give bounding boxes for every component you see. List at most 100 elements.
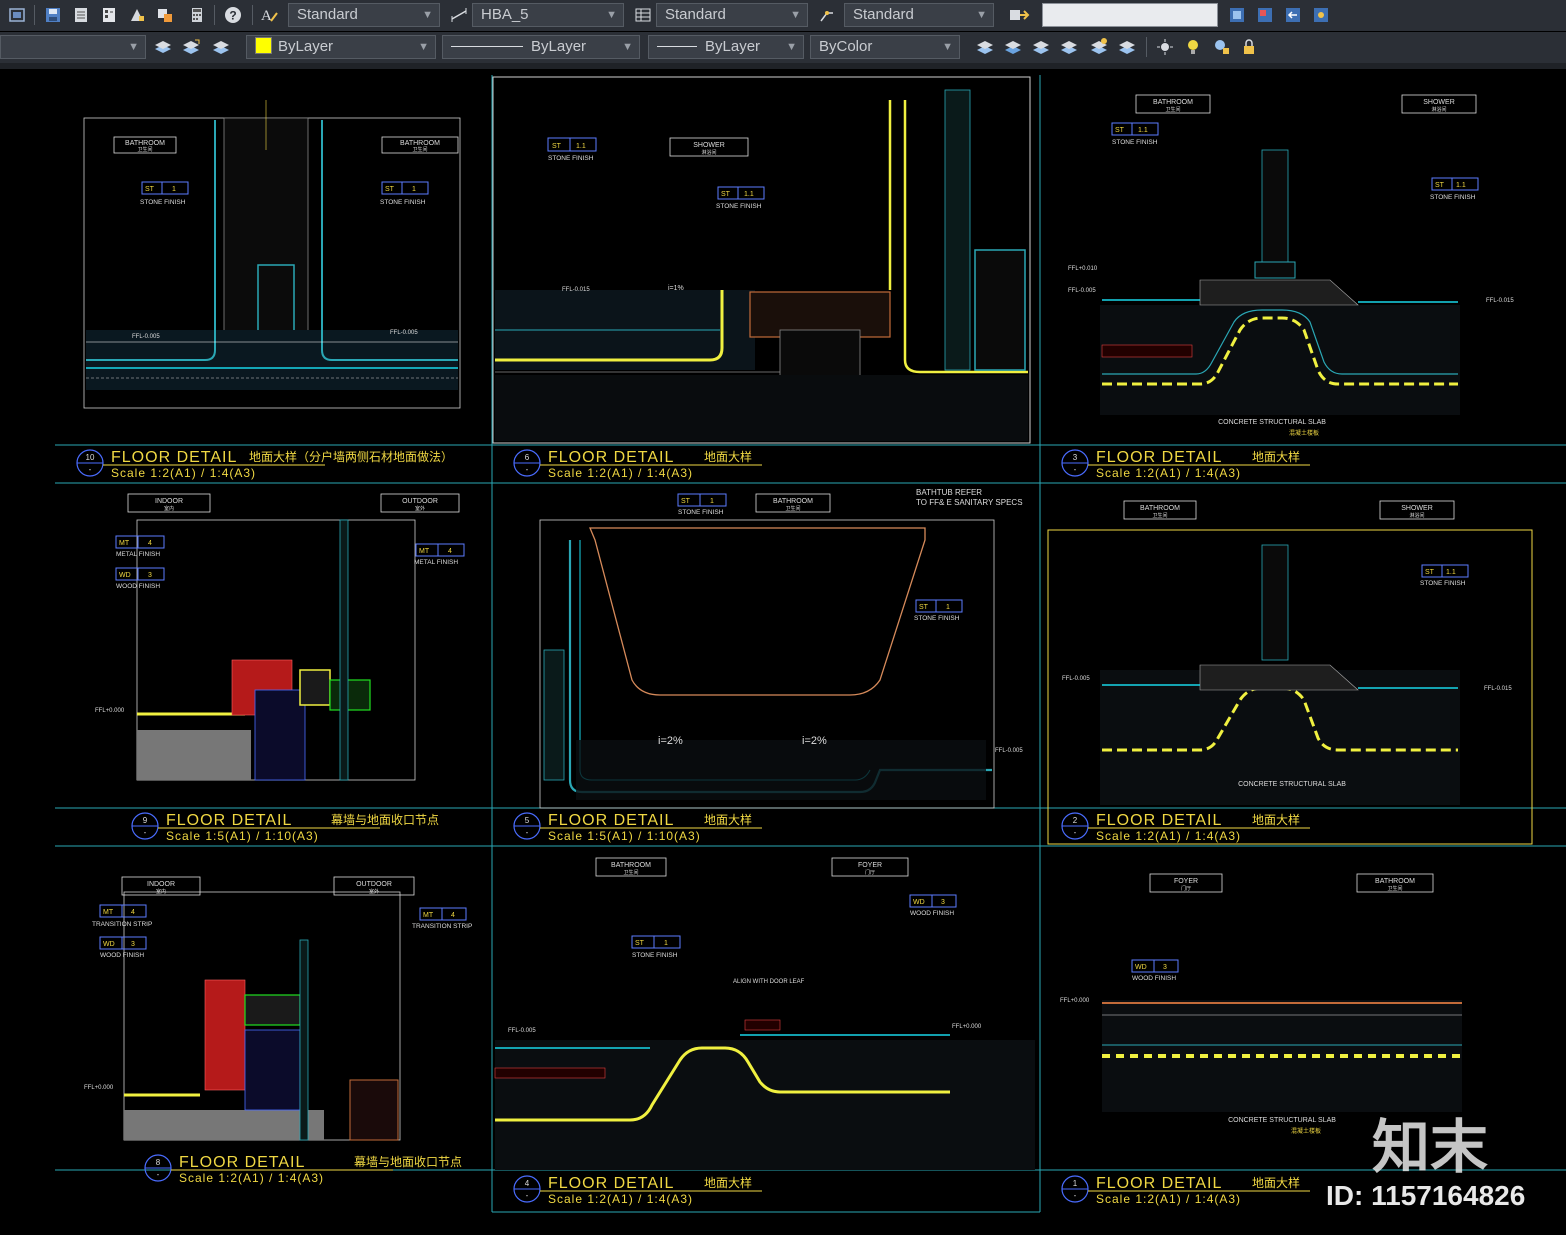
calculator-icon[interactable] xyxy=(186,4,208,26)
svg-text:ST: ST xyxy=(552,143,562,150)
layer-off-icon[interactable] xyxy=(974,36,996,58)
detail-scale-text: Scale 1:2(A1) / 1:4(A3) xyxy=(179,1171,324,1185)
layer-lock-icon[interactable] xyxy=(1030,36,1052,58)
standard-toolbar: ? A Standard ▼ HBA_5 ▼ Standard ▼ Standard ▼ xyxy=(0,0,1566,31)
bulb-on-icon[interactable] xyxy=(1182,36,1204,58)
svg-text:SHOWER: SHOWER xyxy=(1401,505,1433,512)
dimension-style-dropdown[interactable]: HBA_5 ▼ xyxy=(472,3,624,27)
plotstyle-dropdown[interactable]: ByColor ▼ xyxy=(810,35,960,59)
convert-icon[interactable] xyxy=(1008,4,1030,26)
layer-change-icon[interactable] xyxy=(1088,36,1110,58)
svg-text:1.1: 1.1 xyxy=(1138,127,1148,134)
table-style-icon[interactable] xyxy=(632,4,654,26)
layer-freeze-icon[interactable] xyxy=(1002,36,1024,58)
svg-text:4: 4 xyxy=(148,540,152,547)
svg-text:FFL-0.005: FFL-0.005 xyxy=(1068,288,1096,294)
svg-text:室内: 室内 xyxy=(164,505,174,512)
svg-text:FFL+0.000: FFL+0.000 xyxy=(84,1085,114,1091)
detail-title-text: FLOOR DETAIL xyxy=(166,812,292,829)
svg-text:A: A xyxy=(261,8,272,24)
svg-text:FFL-0.005: FFL-0.005 xyxy=(508,1028,536,1034)
svg-text:3: 3 xyxy=(148,572,152,579)
layer-dropdown[interactable]: ▼ xyxy=(0,35,146,59)
multileader-style-dropdown[interactable]: Standard ▼ xyxy=(844,3,994,27)
svg-text:STONE FINISH: STONE FINISH xyxy=(1430,194,1476,201)
detail-number: 10 xyxy=(86,453,95,462)
svg-text:-: - xyxy=(526,465,529,474)
drawing-canvas[interactable]: BATHROOM 卫生间 BATHROOM 卫生间 ST 1 STONE FIN… xyxy=(0,69,1566,1235)
layer-state-icon[interactable] xyxy=(1254,4,1276,26)
detail-scale-text: Scale 1:5(A1) / 1:10(A3) xyxy=(166,829,319,843)
svg-text:-: - xyxy=(157,1170,160,1179)
svg-text:STONE FINISH: STONE FINISH xyxy=(678,509,724,516)
svg-text:CONCRETE STRUCTURAL SLAB: CONCRETE STRUCTURAL SLAB xyxy=(1238,781,1346,788)
svg-text:-: - xyxy=(526,1191,529,1200)
dimension-style-icon[interactable] xyxy=(448,4,470,26)
plotstyle-value: ByColor xyxy=(819,38,873,55)
bulb-lock-icon[interactable] xyxy=(1210,36,1232,58)
table-style-dropdown[interactable]: Standard ▼ xyxy=(656,3,808,27)
layer-merge-icon[interactable] xyxy=(1116,36,1138,58)
command-search-input[interactable] xyxy=(1042,3,1218,27)
layer-properties-icon[interactable] xyxy=(1226,4,1248,26)
match-properties-icon[interactable] xyxy=(126,4,148,26)
sun-freeze-icon[interactable] xyxy=(1154,36,1176,58)
text-style-value: Standard xyxy=(297,6,358,23)
detail-title-cn: 地面大样 xyxy=(704,812,752,827)
layer-unlock-icon[interactable] xyxy=(1058,36,1080,58)
svg-text:CONCRETE STRUCTURAL SLAB: CONCRETE STRUCTURAL SLAB xyxy=(1228,1117,1336,1124)
watermark-brand: 知末 xyxy=(1372,1115,1489,1180)
detail-number: 4 xyxy=(525,1179,530,1188)
svg-text:WOOD FINISH: WOOD FINISH xyxy=(910,910,954,917)
detail-title-text: FLOOR DETAIL xyxy=(548,449,674,466)
svg-text:ALIGN WITH DOOR LEAF: ALIGN WITH DOOR LEAF xyxy=(733,979,805,985)
workspace-icon[interactable] xyxy=(6,4,28,26)
svg-text:INDOOR: INDOOR xyxy=(147,881,175,888)
sheet-set-icon[interactable] xyxy=(70,4,92,26)
chevron-down-icon: ▼ xyxy=(422,9,433,21)
match-layer-icon[interactable] xyxy=(180,36,202,58)
detail-scale-text: Scale 1:2(A1) / 1:4(A3) xyxy=(111,466,256,480)
svg-text:?: ? xyxy=(229,9,236,23)
detail-title-cn: 地面大样 xyxy=(1252,812,1300,827)
svg-text:FFL-0.015: FFL-0.015 xyxy=(1484,686,1512,692)
padlock-icon[interactable] xyxy=(1238,36,1260,58)
svg-text:STONE FINISH: STONE FINISH xyxy=(914,615,960,622)
svg-text:-: - xyxy=(526,828,529,837)
dimension-style-value: HBA_5 xyxy=(481,6,529,23)
svg-text:BATHROOM: BATHROOM xyxy=(1153,99,1193,106)
chevron-down-icon: ▼ xyxy=(622,41,633,53)
detail-title-cn: 幕墙与地面收口节点 xyxy=(354,1155,462,1169)
svg-text:WD: WD xyxy=(119,572,131,579)
svg-text:MT: MT xyxy=(103,909,114,916)
detail-title-text: FLOOR DETAIL xyxy=(548,812,674,829)
svg-text:FOYER: FOYER xyxy=(858,862,882,869)
help-icon[interactable]: ? xyxy=(222,4,244,26)
save-icon[interactable] xyxy=(42,4,64,26)
detail-number: 3 xyxy=(1073,453,1078,462)
chevron-down-icon: ▼ xyxy=(942,41,953,53)
properties-icon[interactable] xyxy=(98,4,120,26)
detail-number: 2 xyxy=(1073,816,1078,825)
svg-text:1.1: 1.1 xyxy=(576,143,586,150)
multileader-style-icon[interactable] xyxy=(816,4,838,26)
lineweight-dropdown[interactable]: ByLayer ▼ xyxy=(648,35,804,59)
svg-text:卫生间: 卫生间 xyxy=(1387,885,1402,892)
layer-walk-icon[interactable] xyxy=(210,36,232,58)
svg-text:i=2%: i=2% xyxy=(802,735,827,747)
detail-scale-text: Scale 1:2(A1) / 1:4(A3) xyxy=(1096,1192,1241,1206)
svg-text:混凝土楼板: 混凝土楼板 xyxy=(1289,429,1319,437)
svg-text:STONE FINISH: STONE FINISH xyxy=(140,199,186,206)
svg-text:门厅: 门厅 xyxy=(865,869,875,876)
svg-text:STONE FINISH: STONE FINISH xyxy=(380,199,426,206)
layer-isolate-icon[interactable] xyxy=(1310,4,1332,26)
design-center-icon[interactable] xyxy=(154,4,176,26)
make-current-layer-icon[interactable] xyxy=(152,36,174,58)
text-style-dropdown[interactable]: Standard ▼ xyxy=(288,3,440,27)
color-dropdown[interactable]: ByLayer ▼ xyxy=(246,35,436,59)
linetype-dropdown[interactable]: ByLayer ▼ xyxy=(442,35,640,59)
layer-previous-icon[interactable] xyxy=(1282,4,1304,26)
svg-text:FFL+0.000: FFL+0.000 xyxy=(95,708,125,714)
text-style-icon[interactable]: A xyxy=(258,4,280,26)
svg-text:STONE FINISH: STONE FINISH xyxy=(632,952,678,959)
